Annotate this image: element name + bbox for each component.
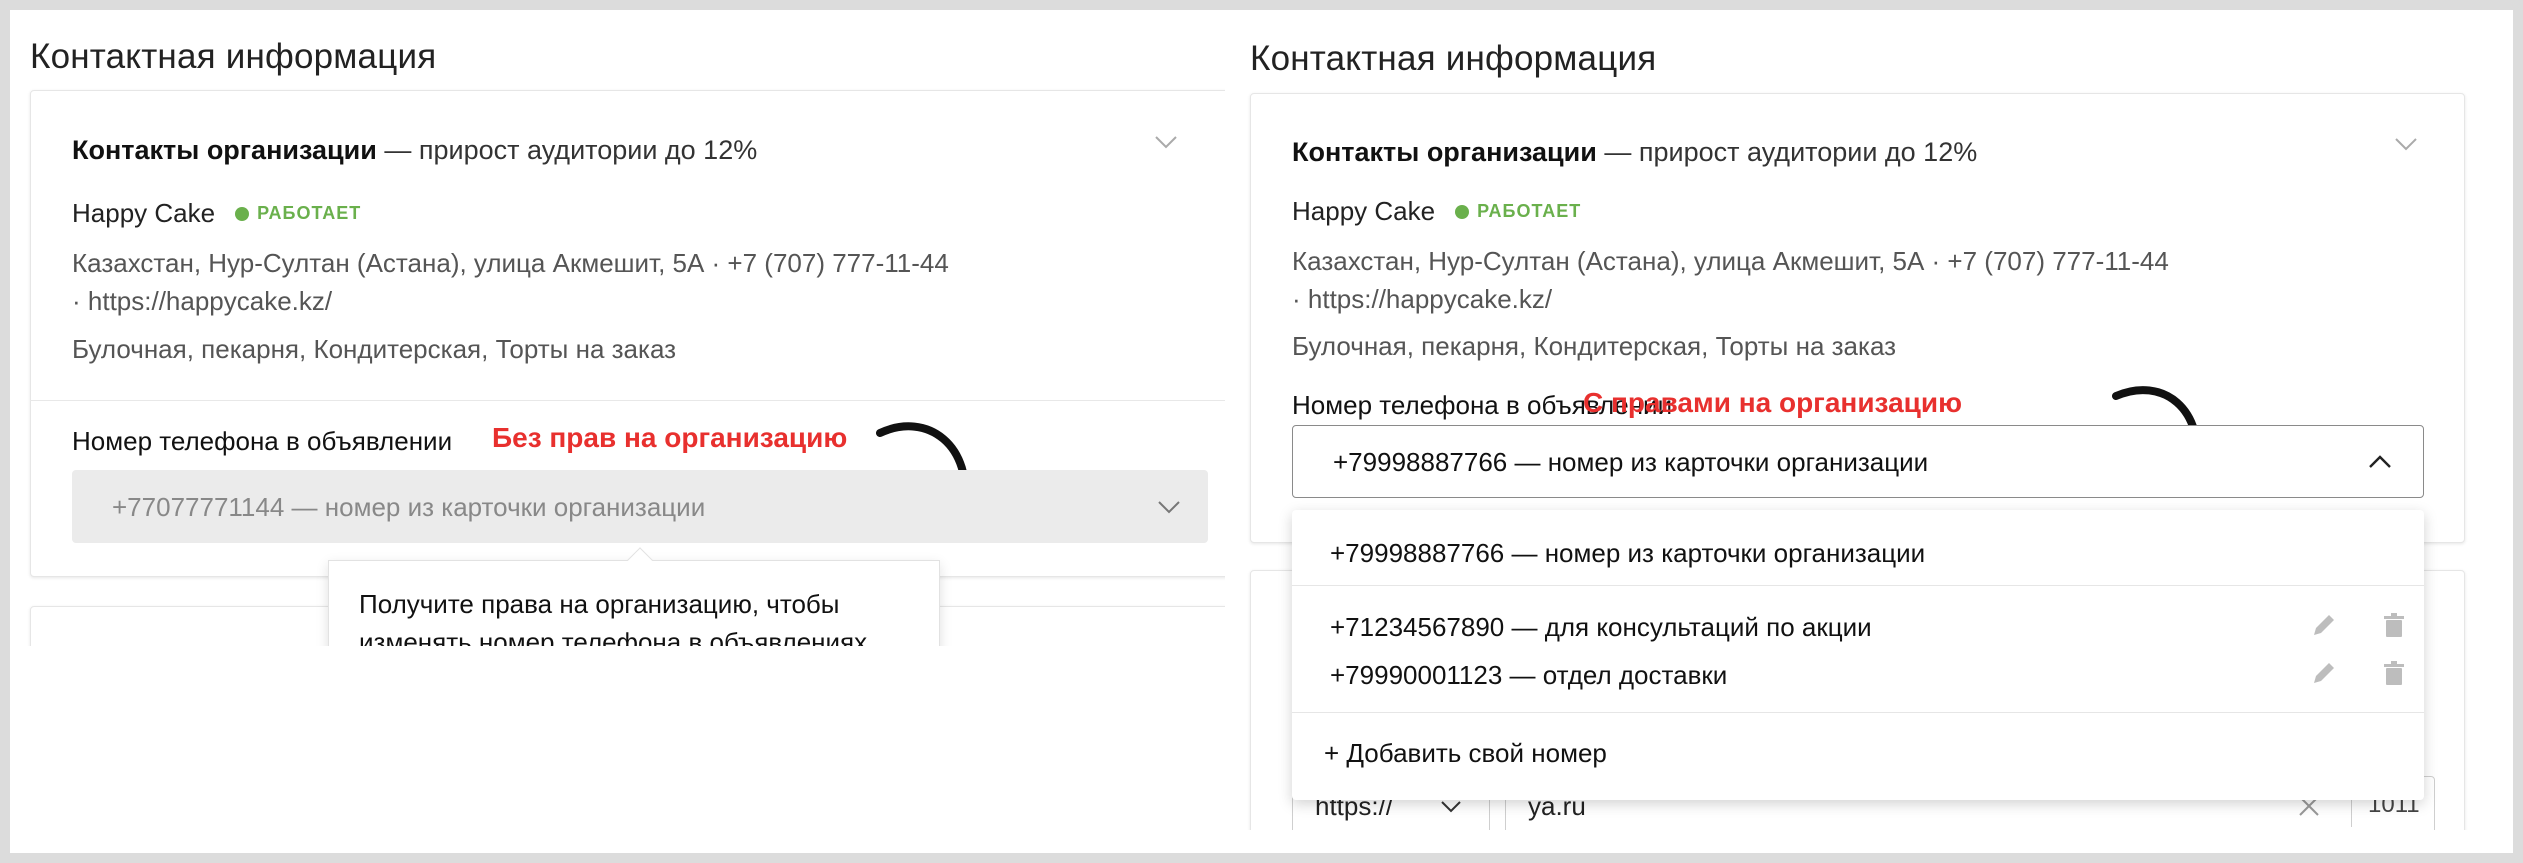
chevron-down-icon xyxy=(1158,501,1180,514)
chevron-down-icon[interactable] xyxy=(2392,130,2420,158)
card-heading-title: Контакты организации xyxy=(72,135,377,165)
org-address: Казахстан, Нур-Султан (Астана), улица Ак… xyxy=(72,244,949,320)
pencil-icon[interactable] xyxy=(2309,610,2339,640)
org-address-line2: · https://happycake.kz/ xyxy=(1292,284,1553,314)
section-title: Контактная информация xyxy=(1250,39,1657,78)
phone-select[interactable]: +79998887766 — номер из карточки организ… xyxy=(1292,425,2424,498)
card-heading: Контакты организации — прирост аудитории… xyxy=(1292,137,1977,168)
chevron-up-icon[interactable] xyxy=(2367,449,2393,475)
status-text: РАБОТАЕТ xyxy=(257,203,362,223)
phone-select-value: +79998887766 — номер из карточки организ… xyxy=(1333,447,1929,477)
phone-dropdown: +79998887766 — номер из карточки организ… xyxy=(1292,510,2424,800)
phone-select-value: +77077771144 — номер из карточки организ… xyxy=(112,492,706,522)
org-address-line2: · https://happycake.kz/ xyxy=(72,286,333,316)
org-categories: Булочная, пекарня, Кондитерская, Торты н… xyxy=(72,334,677,364)
divider xyxy=(30,400,1225,401)
card-heading: Контакты организации — прирост аудитории… xyxy=(72,135,757,166)
panel-with-rights: Контактная информация Контакты организац… xyxy=(1240,10,2513,830)
dropdown-option-label: +71234567890 — для консультаций по акции xyxy=(1330,612,1872,642)
status-badge: РАБОТАЕТ xyxy=(235,203,361,224)
card-heading-title: Контакты организации xyxy=(1292,137,1597,167)
phone-label: Номер телефона в объявлении xyxy=(72,426,453,456)
card-heading-suffix: — прирост аудитории до 12% xyxy=(384,135,758,165)
dropdown-divider xyxy=(1292,712,2424,713)
add-own-number-button[interactable]: + Добавить свой номер xyxy=(1324,738,1607,769)
rights-tooltip: Получите права на организацию, чтобы изм… xyxy=(328,547,940,646)
panel-without-rights: Контактная информация Контакты организац… xyxy=(10,10,1225,646)
org-categories: Булочная, пекарня, Кондитерская, Торты н… xyxy=(1292,331,1897,361)
org-name: Happy Cake xyxy=(1292,196,1436,226)
tooltip-text: Получите права на организацию, чтобы изм… xyxy=(359,585,867,646)
tooltip-line: Получите права на организацию, чтобы xyxy=(359,589,840,619)
org-name-line: Happy Cake РАБОТАЕТ xyxy=(1292,196,1581,227)
annotation-with-rights: С правами на организацию xyxy=(1583,387,1962,418)
dropdown-option-card-number[interactable]: +79998887766 — номер из карточки организ… xyxy=(1330,538,1925,569)
section-title: Контактная информация xyxy=(30,37,437,76)
dropdown-option-custom[interactable]: +79990001123 — отдел доставки xyxy=(1292,650,2424,698)
status-text: РАБОТАЕТ xyxy=(1477,201,1582,221)
org-address-line1: Казахстан, Нур-Султан (Астана), улица Ак… xyxy=(1292,246,2169,276)
status-dot-icon xyxy=(1455,204,1470,219)
org-name: Happy Cake xyxy=(72,198,216,228)
org-address: Казахстан, Нур-Султан (Астана), улица Ак… xyxy=(1292,242,2169,318)
trash-icon[interactable] xyxy=(2379,610,2409,640)
screenshot-frame: Контактная информация Контакты организац… xyxy=(10,10,2513,853)
org-name-line: Happy Cake РАБОТАЕТ xyxy=(72,198,361,229)
chevron-down-icon[interactable] xyxy=(1152,128,1180,156)
pencil-icon[interactable] xyxy=(2309,658,2339,688)
status-dot-icon xyxy=(235,206,250,221)
org-address-line1: Казахстан, Нур-Султан (Астана), улица Ак… xyxy=(72,248,949,278)
dropdown-option-custom[interactable]: +71234567890 — для консультаций по акции xyxy=(1292,602,2424,650)
phone-select-disabled: +77077771144 — номер из карточки организ… xyxy=(72,470,1208,543)
tooltip-line: изменять номер телефона в объявлениях xyxy=(359,627,868,646)
dropdown-option-label: +79990001123 — отдел доставки xyxy=(1330,660,1728,690)
trash-icon[interactable] xyxy=(2379,658,2409,688)
dropdown-divider xyxy=(1292,585,2424,586)
annotation-no-rights: Без прав на организацию xyxy=(492,422,848,453)
card-heading-suffix: — прирост аудитории до 12% xyxy=(1604,137,1978,167)
status-badge: РАБОТАЕТ xyxy=(1455,201,1581,222)
